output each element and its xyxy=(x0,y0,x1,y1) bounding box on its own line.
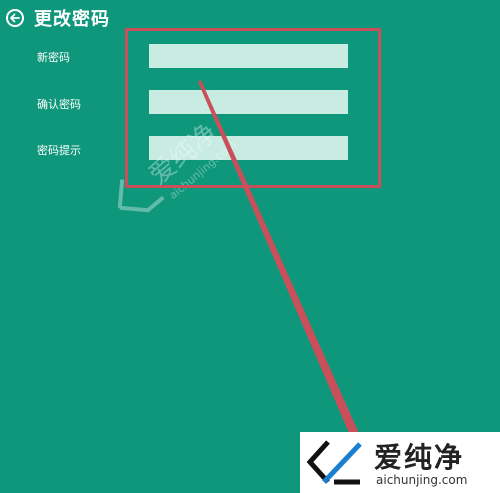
watermark-logo: 爱纯净 aichunjing.com xyxy=(300,432,500,493)
logo-text: 爱纯净 xyxy=(374,441,465,474)
confirm-password-input[interactable] xyxy=(149,90,348,114)
page-title: 更改密码 xyxy=(34,9,110,30)
confirm-password-label: 确认密码 xyxy=(37,98,81,111)
password-hint-input[interactable] xyxy=(149,136,348,160)
back-button[interactable] xyxy=(6,9,24,27)
password-hint-label: 密码提示 xyxy=(37,144,81,157)
watermark-center: 爱纯净 aichunjing.com xyxy=(117,118,239,213)
new-password-input[interactable] xyxy=(149,44,348,68)
new-password-label: 新密码 xyxy=(37,51,70,64)
arrow-left-icon xyxy=(10,13,20,23)
logo-mark-icon xyxy=(306,440,362,485)
annotation-pointer-line xyxy=(198,80,362,440)
logo-url: aichunjing.com xyxy=(376,473,468,487)
header: 更改密码 xyxy=(6,6,110,30)
